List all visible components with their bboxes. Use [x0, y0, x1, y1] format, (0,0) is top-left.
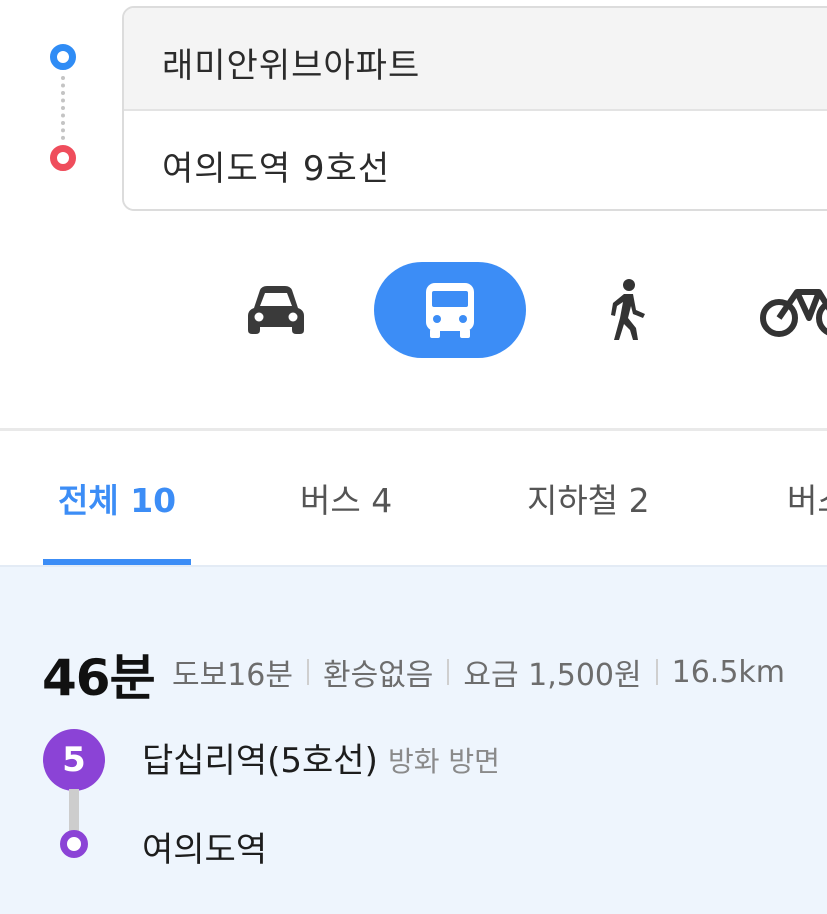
summary-separator [306, 659, 309, 685]
route-segment-line [69, 789, 79, 831]
section-divider [0, 428, 827, 431]
fare: 요금 1,500원 [463, 658, 642, 693]
origin-field[interactable]: 래미안위브아파트 [124, 8, 827, 111]
directions-panel: 래미안위브아파트 여의도역 9호선 전체 10 버스 4 지하철 2 버 46분… [0, 0, 827, 914]
route-markers [40, 36, 86, 186]
tab-bus[interactable]: 버스 4 [300, 474, 392, 522]
alight-marker-icon [60, 830, 88, 858]
boarding-direction: 방화 방면 [388, 745, 500, 778]
tab-bus-subway[interactable]: 버스 [787, 474, 827, 522]
mode-transit-button[interactable] [374, 262, 526, 358]
walk-icon [611, 279, 645, 340]
alighting-station: 여의도역 [142, 830, 268, 870]
route-inputs: 래미안위브아파트 여의도역 9호선 [122, 6, 827, 211]
destination-value: 여의도역 9호선 [162, 149, 391, 189]
mode-bike-button[interactable] [757, 262, 827, 358]
bus-icon [426, 283, 474, 338]
destination-marker-icon [50, 145, 76, 171]
origin-marker-icon [50, 44, 76, 70]
mode-car-button[interactable] [232, 262, 320, 358]
summary-separator [655, 659, 658, 685]
summary-separator [447, 659, 450, 685]
origin-value: 래미안위브아파트 [162, 46, 421, 86]
tab-subway[interactable]: 지하철 2 [527, 474, 650, 522]
tab-all[interactable]: 전체 10 [58, 474, 176, 522]
route-duration: 46분 [42, 649, 156, 707]
distance: 16.5km [671, 654, 786, 690]
walk-time: 도보16분 [172, 658, 293, 693]
car-icon [248, 286, 304, 334]
transfer-count: 환승없음 [322, 658, 434, 693]
mode-walk-button[interactable] [592, 262, 662, 358]
boarding-station: 답십리역(5호선) [142, 741, 378, 781]
bike-icon [760, 289, 827, 337]
destination-field[interactable]: 여의도역 9호선 [124, 111, 827, 209]
subway-line-badge: 5 [43, 729, 105, 791]
route-summary: 도보16분 환승없음 요금 1,500원 16.5km [172, 650, 785, 694]
route-connector [61, 76, 65, 140]
